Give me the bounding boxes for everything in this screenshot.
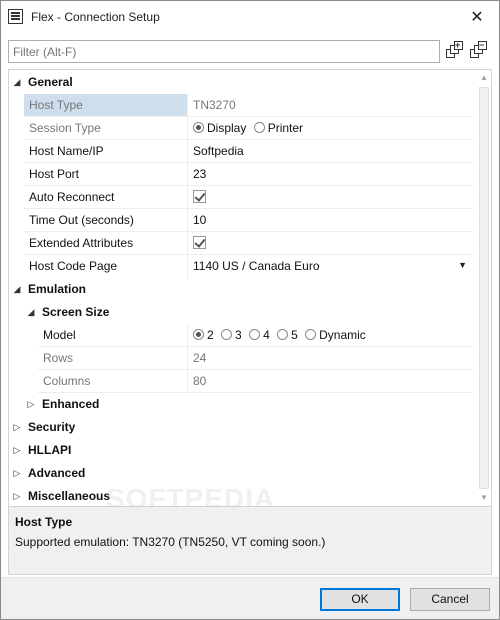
category-hllapi[interactable]: ▷ HLLAPI	[9, 439, 473, 462]
host-code-page-select[interactable]: 1140 US / Canada Euro ▼	[187, 255, 473, 278]
collapsed-arrow-icon[interactable]: ▷	[11, 467, 23, 479]
host-type-value: TN3270	[193, 98, 236, 112]
description-title: Host Type	[15, 515, 73, 529]
collapsed-arrow-icon[interactable]: ▷	[11, 421, 23, 433]
collapse-all-button[interactable]: −	[468, 41, 488, 61]
window-title: Flex - Connection Setup	[31, 10, 160, 24]
radio-label: Display	[207, 121, 247, 135]
property-grid: ◢ General Host Type TN3270 Session Type …	[8, 69, 492, 507]
category-label: Emulation	[28, 282, 87, 296]
time-out-field[interactable]: 10	[187, 209, 473, 232]
property-row-auto-reconnect: Auto Reconnect	[9, 186, 473, 209]
category-label: Security	[28, 420, 76, 434]
radio-label: 4	[263, 328, 270, 342]
model-4-radio[interactable]	[249, 329, 261, 340]
dropdown-arrow-icon[interactable]: ▼	[458, 260, 467, 270]
category-miscellaneous[interactable]: ▷ Miscellaneous	[9, 485, 473, 506]
category-label: Advanced	[28, 466, 86, 480]
description-text: Supported emulation: TN3270 (TN5250, VT …	[15, 535, 326, 549]
category-advanced[interactable]: ▷ Advanced	[9, 462, 473, 485]
expanded-arrow-icon[interactable]: ◢	[25, 306, 37, 318]
collapsed-arrow-icon[interactable]: ▷	[11, 490, 23, 502]
property-row-extended-attributes: Extended Attributes	[9, 232, 473, 255]
columns-value: 80	[193, 374, 207, 388]
subcategory-label: Screen Size	[42, 305, 110, 319]
category-emulation[interactable]: ◢ Emulation	[9, 278, 473, 301]
model-5-radio[interactable]	[277, 329, 289, 340]
radio-label: Dynamic	[319, 328, 366, 342]
category-label: General	[28, 75, 73, 89]
property-row-time-out[interactable]: Time Out (seconds) 10	[9, 209, 473, 232]
property-name: Host Code Page	[29, 259, 118, 273]
property-name: Host Type	[24, 94, 187, 117]
cancel-button[interactable]: Cancel	[410, 588, 490, 611]
expanded-arrow-icon[interactable]: ◢	[11, 283, 23, 295]
collapsed-arrow-icon[interactable]: ▷	[25, 398, 37, 410]
filter-input[interactable]	[8, 40, 440, 63]
category-label: Miscellaneous	[28, 489, 111, 503]
property-name: Time Out (seconds)	[29, 213, 134, 227]
close-icon[interactable]: ✕	[455, 1, 499, 33]
collapsed-arrow-icon[interactable]: ▷	[11, 444, 23, 456]
expanded-arrow-icon[interactable]: ◢	[11, 76, 23, 88]
auto-reconnect-value	[187, 186, 473, 209]
title-bar: Flex - Connection Setup ✕	[1, 1, 499, 33]
vertical-scrollbar[interactable]: ▲ ▼	[476, 70, 491, 506]
host-name-field[interactable]: Softpedia	[187, 140, 473, 163]
scroll-down-icon[interactable]: ▼	[476, 490, 491, 506]
model-2-radio[interactable]	[193, 329, 204, 340]
property-row-host-code-page[interactable]: Host Code Page 1140 US / Canada Euro ▼	[9, 255, 473, 278]
property-name: Session Type	[29, 121, 101, 135]
category-security[interactable]: ▷ Security	[9, 416, 473, 439]
session-type-printer-radio[interactable]	[253, 122, 265, 133]
radio-label: Printer	[267, 121, 304, 135]
dialog-footer: OK Cancel	[1, 577, 499, 619]
property-name: Host Name/IP	[29, 144, 104, 158]
ok-button[interactable]: OK	[320, 588, 400, 611]
extended-attributes-value	[187, 232, 473, 255]
model-value: 2 3 4 5 Dynamic	[187, 324, 473, 347]
extended-attributes-checkbox[interactable]	[193, 236, 206, 249]
radio-label: 3	[235, 328, 242, 342]
property-name: Rows	[43, 351, 74, 365]
property-row-model: Model 2 3 4 5 Dynamic	[9, 324, 473, 347]
description-panel: Host Type Supported emulation: TN3270 (T…	[8, 507, 492, 575]
model-dynamic-radio[interactable]	[305, 329, 317, 340]
minus-icon: −	[479, 40, 485, 50]
model-3-radio[interactable]	[221, 329, 233, 340]
subcategory-label: Enhanced	[42, 397, 100, 411]
category-label: HLLAPI	[28, 443, 72, 457]
property-name: Columns	[43, 374, 91, 388]
app-icon	[8, 9, 23, 24]
auto-reconnect-checkbox[interactable]	[193, 190, 206, 203]
scroll-up-icon[interactable]: ▲	[476, 70, 491, 86]
property-name: Host Port	[29, 167, 80, 181]
property-row-host-name[interactable]: Host Name/IP Softpedia	[9, 140, 473, 163]
rows-value: 24	[193, 351, 207, 365]
property-name: Extended Attributes	[29, 236, 134, 250]
property-row-host-port[interactable]: Host Port 23	[9, 163, 473, 186]
property-row-rows: Rows 24	[9, 347, 473, 370]
subcategory-enhanced[interactable]: ▷ Enhanced	[9, 393, 473, 416]
property-name: Auto Reconnect	[29, 190, 115, 204]
session-type-value: Display Printer	[187, 117, 473, 140]
property-row-columns: Columns 80	[9, 370, 473, 393]
radio-label: 5	[291, 328, 298, 342]
radio-label: 2	[207, 328, 214, 342]
property-row-host-type[interactable]: Host Type TN3270	[9, 94, 473, 117]
property-name: Model	[43, 328, 76, 342]
subcategory-screen-size[interactable]: ◢ Screen Size	[9, 301, 473, 324]
dialog-content: + − ◢ General Host Type TN3270 Session T…	[6, 35, 494, 576]
category-general[interactable]: ◢ General	[9, 71, 473, 94]
host-port-field[interactable]: 23	[187, 163, 473, 186]
host-code-page-selected: 1140 US / Canada Euro	[193, 259, 320, 273]
scrollbar-thumb[interactable]	[479, 87, 489, 489]
plus-icon: +	[455, 40, 461, 50]
session-type-display-radio[interactable]	[193, 122, 204, 133]
expand-all-button[interactable]: +	[444, 41, 464, 61]
connection-setup-window: Flex - Connection Setup ✕ + − ◢ General …	[0, 0, 500, 620]
property-row-session-type: Session Type Display Printer	[9, 117, 473, 140]
